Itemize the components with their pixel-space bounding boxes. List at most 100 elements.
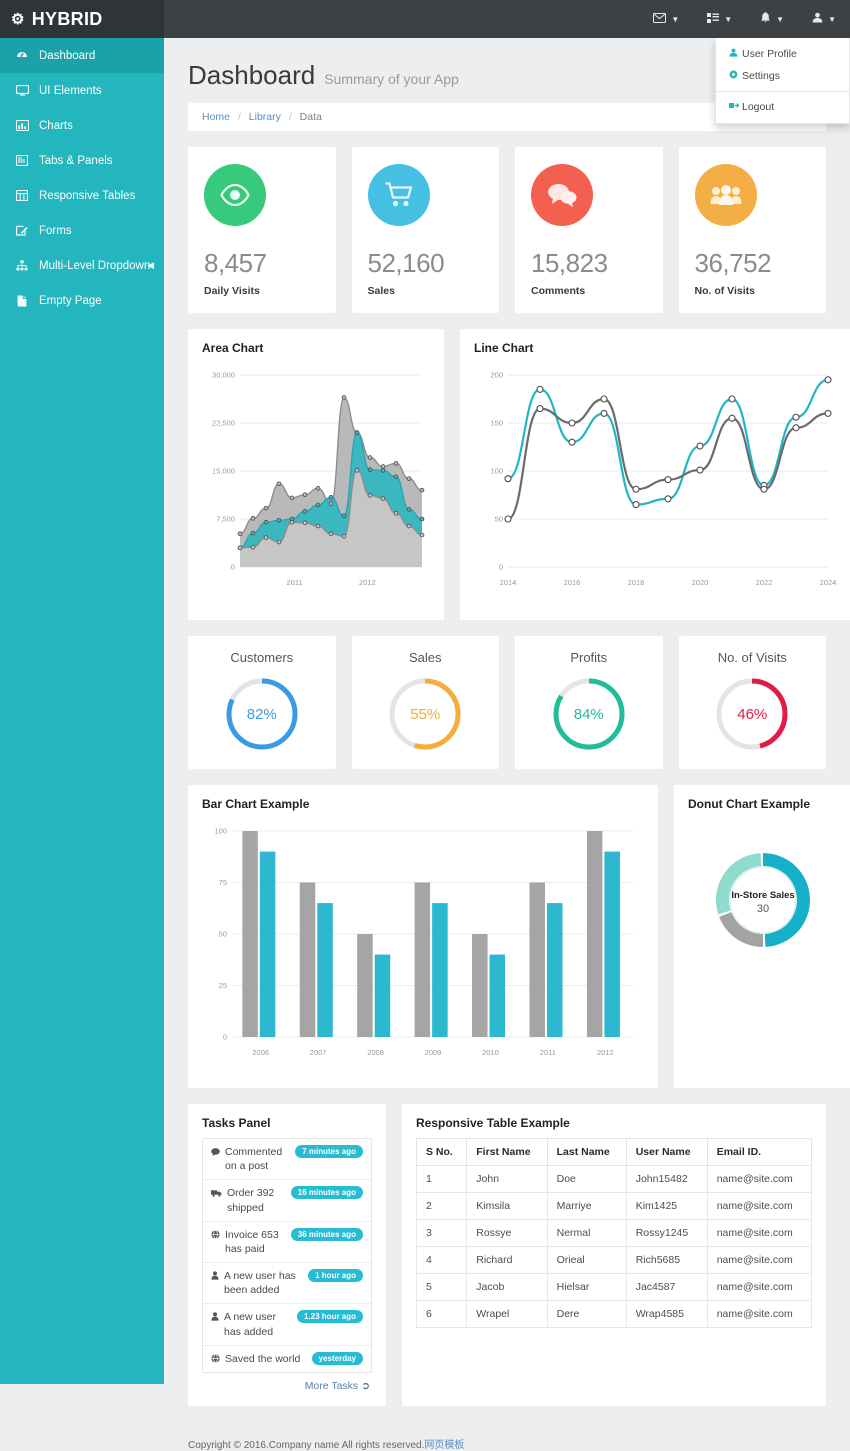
table-row[interactable]: 1 John Doe John15482 name@site.com <box>415 1165 813 1193</box>
sidebar-item-empty-page[interactable]: Empty Page <box>0 283 164 318</box>
stat-card[interactable]: 15,823 Comments <box>515 147 663 313</box>
sidebar-item-ui-elements[interactable]: UI Elements <box>0 73 164 108</box>
page-title: Dashboard <box>188 60 316 90</box>
table-cell: Kimsila <box>466 1192 548 1220</box>
table-row[interactable]: 5 Jacob Hielsar Jac4587 name@site.com <box>415 1273 813 1301</box>
dropdown-item-settings[interactable]: Settings <box>716 65 849 87</box>
task-item[interactable]: A new user has added 1.23 hour ago <box>203 1304 371 1346</box>
svg-text:7,500: 7,500 <box>216 515 235 524</box>
donut-chart[interactable]: In-Store Sales 30 <box>688 819 838 1074</box>
users-icon <box>694 164 757 226</box>
svg-text:2011: 2011 <box>540 1048 556 1057</box>
task-time-badge: yesterday <box>311 1351 363 1365</box>
svg-text:2016: 2016 <box>564 578 581 587</box>
svg-text:2014: 2014 <box>500 578 517 587</box>
table-cell: 5 <box>415 1273 468 1301</box>
table-cell: Dere <box>546 1300 627 1328</box>
task-item[interactable]: A new user has been added 1 hour ago <box>203 1263 371 1305</box>
task-item[interactable]: Commented on a post 7 minutes ago <box>203 1139 371 1181</box>
brand-logo[interactable]: ⚙ HYBRID <box>0 0 164 38</box>
line-chart-svg: 0 50 100 150 200 2014 2016 2018 2020 2022 2024 <box>490 371 836 587</box>
sitemap-icon <box>14 260 30 271</box>
sidebar-item-charts[interactable]: Charts <box>0 108 164 143</box>
progress-ring-card[interactable]: Sales 55% <box>351 636 499 769</box>
progress-ring-card[interactable]: Profits 84% <box>515 636 663 769</box>
task-content: A new user has been added <box>211 1269 304 1297</box>
svg-text:2022: 2022 <box>756 578 773 587</box>
task-text: Commented on a post <box>225 1146 283 1173</box>
table-row[interactable]: 3 Rossye Nermal Rossy1245 name@site.com <box>415 1219 813 1247</box>
ring-title: No. of Visits <box>717 650 787 665</box>
main-content: Dashboard Summary of your App Home / Lib… <box>164 38 850 1451</box>
sidebar-item-multi-level-dropdown[interactable]: Multi-Level Dropdown ◀ <box>0 248 164 283</box>
bar-chart-card: Bar Chart Example 0 25 50 75 100 2006 2007 2008… <box>188 785 658 1088</box>
user-dropdown-menu: User Profile Settings Logout <box>715 38 850 124</box>
topbar-tasks-dropdown[interactable]: ▼ <box>693 0 746 38</box>
task-item[interactable]: Saved the world yesterday <box>203 1346 371 1372</box>
bell-icon <box>760 11 771 27</box>
eye-icon <box>204 164 266 226</box>
sidebar-item-tabs-panels[interactable]: Tabs & Panels <box>0 143 164 178</box>
stats-row: 8,457 Daily Visits 52,160 Sales 15,823 Commen… <box>188 147 826 313</box>
breadcrumb-home[interactable]: Home <box>202 111 230 123</box>
ring-title: Customers <box>230 650 294 665</box>
area-chart-title: Area Chart <box>202 341 264 355</box>
table-cell: Doe <box>546 1165 627 1193</box>
table-column-header: Last Name <box>546 1138 627 1166</box>
progress-ring-card[interactable]: No. of Visits 46% <box>678 636 826 769</box>
footer-link[interactable]: 网页模板 <box>424 1440 464 1451</box>
ring-gauge: 55% <box>386 675 464 753</box>
table-cell: name@site.com <box>706 1300 813 1328</box>
progress-ring-card[interactable]: Customers 82% <box>188 636 336 769</box>
breadcrumb-library[interactable]: Library <box>249 111 281 123</box>
topbar-messages-dropdown[interactable]: ▼ <box>639 0 693 38</box>
topbar-notifications-dropdown[interactable]: ▼ <box>746 0 798 38</box>
sidebar-item-dashboard[interactable]: Dashboard <box>0 38 164 73</box>
chart-icon <box>14 120 30 131</box>
stat-card[interactable]: 8,457 Daily Visits <box>188 147 336 313</box>
table-row[interactable]: 6 Wrapel Dere Wrap4585 name@site.com <box>415 1300 813 1328</box>
task-text: Order 392 shipped <box>227 1187 275 1214</box>
sidebar-item-label: UI Elements <box>39 84 102 97</box>
bar-chart[interactable]: 0 25 50 75 100 2006 2007 2008 2009 2010 2011 2012 <box>202 819 644 1074</box>
ring-title: Profits <box>570 650 608 665</box>
footer-text: Copyright © 2016.Company name All rights… <box>188 1439 425 1451</box>
stat-card[interactable]: 52,160 Sales <box>351 147 499 313</box>
task-item[interactable]: Order 392 shipped 16 minutes ago <box>203 1180 371 1222</box>
bar-donut-row: Bar Chart Example 0 25 50 75 100 2006 2007 2008… <box>188 785 850 1088</box>
more-tasks-link[interactable]: More Tasks ➲ <box>202 1373 372 1392</box>
task-content: A new user has added <box>211 1310 293 1338</box>
stat-card[interactable]: 36,752 No. of Visits <box>678 147 826 313</box>
topbar-user-dropdown[interactable]: ▼ <box>798 0 850 38</box>
line-chart[interactable]: 0 50 100 150 200 2014 2016 2018 2020 2022 2024 <box>474 363 838 606</box>
user-icon <box>812 12 823 26</box>
svg-text:50: 50 <box>219 930 227 939</box>
table-cell: Wrap4585 <box>625 1300 708 1328</box>
table-column-header: Email ID. <box>706 1138 813 1166</box>
sidebar-item-responsive-tables[interactable]: Responsive Tables <box>0 178 164 213</box>
dropdown-item-label: Settings <box>742 70 780 82</box>
dropdown-item-user-profile[interactable]: User Profile <box>716 43 849 65</box>
table-cell: name@site.com <box>706 1219 813 1247</box>
task-item[interactable]: Invoice 653 has paid 36 minutes ago <box>203 1222 371 1264</box>
user-icon <box>729 48 742 60</box>
svg-text:0: 0 <box>231 563 235 572</box>
user-icon <box>211 1271 219 1283</box>
table-row[interactable]: 2 Kimsila Marriye Kim1425 name@site.com <box>415 1192 813 1220</box>
sidebar-item-forms[interactable]: Forms <box>0 213 164 248</box>
stat-value: 52,160 <box>367 248 445 278</box>
svg-text:2018: 2018 <box>628 578 645 587</box>
svg-text:100: 100 <box>490 467 503 476</box>
table-cell: 3 <box>415 1219 468 1247</box>
table-row[interactable]: 4 Richard Orieal Rich5685 name@site.com <box>415 1246 813 1274</box>
ring-value: 84% <box>573 705 604 723</box>
signout-icon <box>729 101 742 113</box>
sidebar-item-label: Dashboard <box>39 49 96 62</box>
task-text: Invoice 653 has paid <box>225 1228 279 1255</box>
area-chart[interactable]: 0 7,500 15,000 22,500 30,000 2011 2012 <box>202 363 430 606</box>
dropdown-item-logout[interactable]: Logout <box>716 96 849 118</box>
task-time-badge: 36 minutes ago <box>290 1227 363 1241</box>
ring-gauge: 82% <box>223 675 301 753</box>
breadcrumb-separator: / <box>237 111 241 123</box>
tasks-panel-title: Tasks Panel <box>202 1116 271 1130</box>
